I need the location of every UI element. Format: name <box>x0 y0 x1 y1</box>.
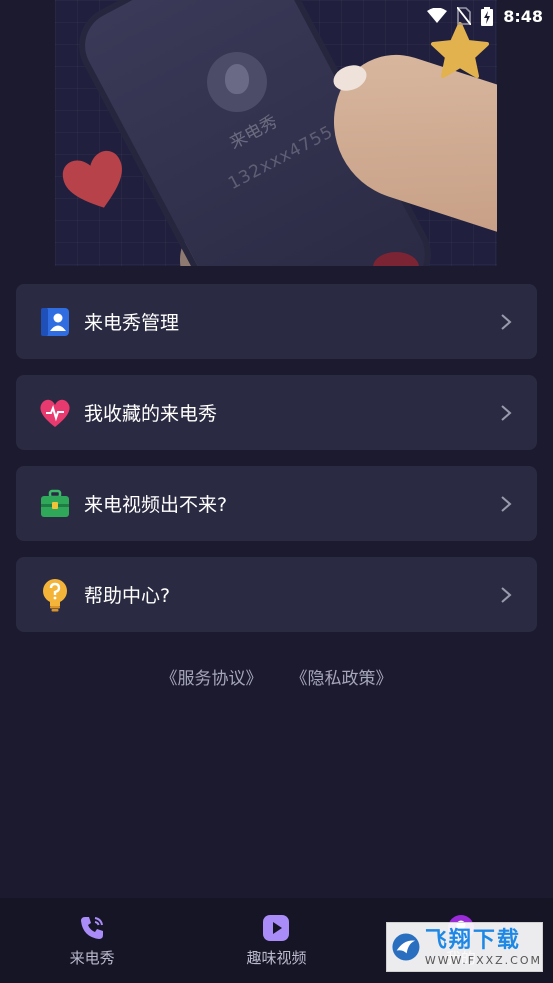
privacy-policy-link[interactable]: 《隐私政策》 <box>291 664 393 689</box>
nav-item-call-show[interactable]: 来电秀 <box>0 898 184 983</box>
phone-icon <box>77 913 107 943</box>
no-sim-icon <box>457 7 472 25</box>
nav-label: 来电秀 <box>69 949 115 967</box>
chevron-right-icon <box>501 586 512 603</box>
nav-item-fun-videos[interactable]: 趣味视频 <box>184 898 368 983</box>
avatar-icon <box>207 52 267 112</box>
chevron-right-icon <box>501 495 512 512</box>
policy-links: 《服务协议》 《隐私政策》 <box>0 664 553 689</box>
nav-label: 趣味视频 <box>246 949 307 967</box>
status-time: 8:48 <box>503 6 543 26</box>
menu-item-video-not-showing[interactable]: 来电视频出不来? <box>16 466 537 541</box>
battery-charging-icon <box>481 6 494 26</box>
wifi-icon <box>427 8 448 23</box>
status-bar: 8:48 <box>0 0 553 32</box>
menu-item-help-center[interactable]: 帮助中心? <box>16 557 537 632</box>
heart-decoration-icon <box>62 150 122 208</box>
play-icon <box>261 913 291 943</box>
heart-icon <box>38 396 72 430</box>
menu-item-label: 我收藏的来电秀 <box>84 403 218 425</box>
contact-book-icon <box>38 305 72 339</box>
menu-item-label: 帮助中心? <box>84 585 171 607</box>
banner[interactable]: 来电秀 132xxx4755 <box>55 0 497 266</box>
menu-item-label: 来电视频出不来? <box>84 494 228 516</box>
toolbox-icon <box>38 487 72 521</box>
service-agreement-link[interactable]: 《服务协议》 <box>161 664 263 689</box>
menu-item-call-show-management[interactable]: 来电秀管理 <box>16 284 537 359</box>
chevron-right-icon <box>501 313 512 330</box>
menu-item-label: 来电秀管理 <box>84 312 180 334</box>
watermark-main: 飞翔下载 <box>424 927 521 953</box>
lightbulb-icon <box>38 578 72 612</box>
menu-item-favorites[interactable]: 我收藏的来电秀 <box>16 375 537 450</box>
watermark-sub: WWW.FXXZ.COM <box>424 953 542 967</box>
screen: 8:48 来电秀 132xxx4755 来电秀管理 我收藏的来电秀 来电视频出不… <box>0 0 553 983</box>
chevron-right-icon <box>501 404 512 421</box>
bird-logo-icon <box>392 933 420 961</box>
watermark-logo: 飞翔下载 WWW.FXXZ.COM <box>386 922 543 972</box>
